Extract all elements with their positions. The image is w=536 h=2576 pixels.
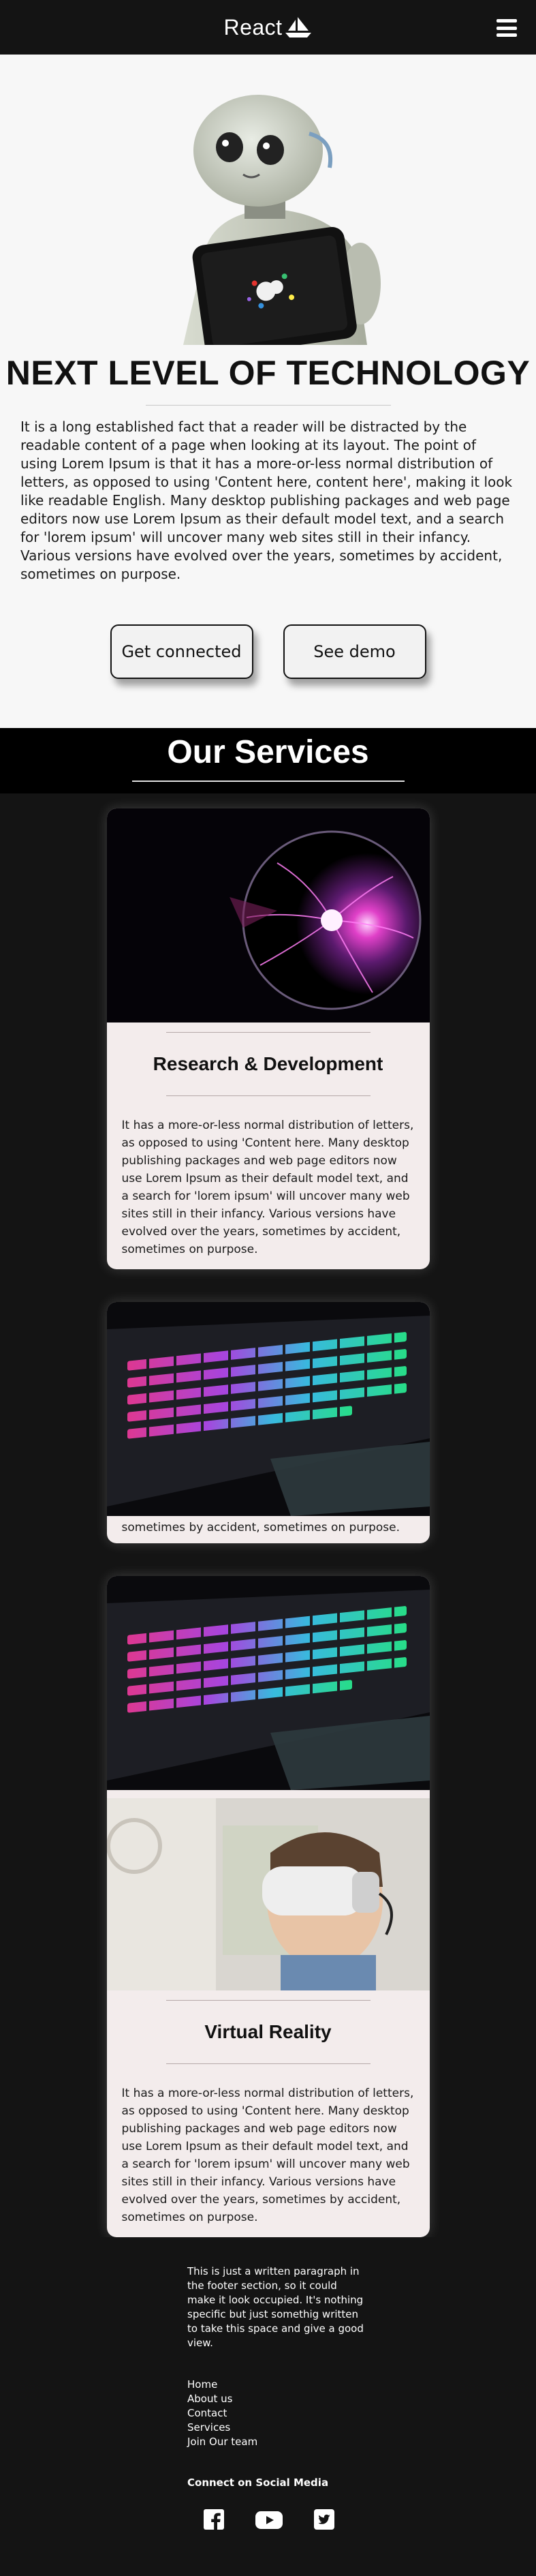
boat-logo-icon <box>285 17 311 37</box>
card-text: It has a more-or-less normal distributio… <box>121 2087 414 2224</box>
keyboard-image <box>106 1302 430 1516</box>
hamburger-menu-icon[interactable] <box>496 19 517 37</box>
brand-name: React <box>223 14 283 40</box>
top-navbar: React <box>0 0 536 55</box>
vr-headset-image <box>106 1798 430 1990</box>
card-text: It has a more-or-less normal distributio… <box>121 1119 414 1256</box>
get-connected-button[interactable]: Get connected <box>110 624 253 679</box>
footer-link-services[interactable]: Services <box>187 2421 536 2435</box>
hero-paragraph: It is a long established fact that a rea… <box>20 419 513 582</box>
service-card-vr[interactable]: Virtual Reality It has a more-or-less no… <box>106 1576 430 2237</box>
hero-divider <box>145 405 391 406</box>
services-list: Research & Development It has a more-or-… <box>0 793 536 2237</box>
footer-paragraph: This is just a written paragraph in the … <box>187 2265 364 2349</box>
footer-link-home[interactable]: Home <box>187 2378 536 2392</box>
robot-image <box>155 79 381 345</box>
footer-link-join[interactable]: Join Our team <box>187 2435 536 2449</box>
card-text: Various versions have evolved over the y… <box>121 1516 400 1534</box>
hero-section: NEXT LEVEL OF TECHNOLOGY It is a long es… <box>0 55 536 728</box>
social-links <box>204 2509 536 2530</box>
service-card-keyboard[interactable]: Various versions have evolved over the y… <box>106 1302 430 1543</box>
see-demo-button[interactable]: See demo <box>283 624 426 679</box>
facebook-icon[interactable] <box>204 2509 224 2530</box>
service-card-research[interactable]: Research & Development It has a more-or-… <box>106 808 430 1269</box>
footer-link-about[interactable]: About us <box>187 2392 536 2406</box>
hero-buttons: Get connected See demo <box>0 624 536 679</box>
youtube-icon[interactable] <box>255 2509 283 2530</box>
services-divider <box>131 781 405 782</box>
card-title: Research & Development <box>153 1053 383 1074</box>
card-title: Virtual Reality <box>204 2021 332 2042</box>
social-title: Connect on Social Media <box>187 2476 329 2489</box>
plasma-ball-image <box>106 808 430 1022</box>
card-text-clipped: Various versions have evolved over the y… <box>107 1516 430 1543</box>
card-divider-top <box>165 1032 371 1033</box>
services-header: Our Services <box>0 728 536 793</box>
twitter-icon[interactable] <box>314 2509 334 2530</box>
footer: This is just a written paragraph in the … <box>0 2237 536 2571</box>
hero-title: NEXT LEVEL OF TECHNOLOGY <box>5 354 531 392</box>
keyboard-image <box>106 1576 430 1790</box>
services-title: Our Services <box>167 734 369 770</box>
footer-link-contact[interactable]: Contact <box>187 2406 536 2421</box>
footer-links: Home About us Contact Services Join Our … <box>187 2378 536 2449</box>
brand-link[interactable]: React <box>223 15 312 40</box>
card-divider-top <box>165 2000 371 2001</box>
